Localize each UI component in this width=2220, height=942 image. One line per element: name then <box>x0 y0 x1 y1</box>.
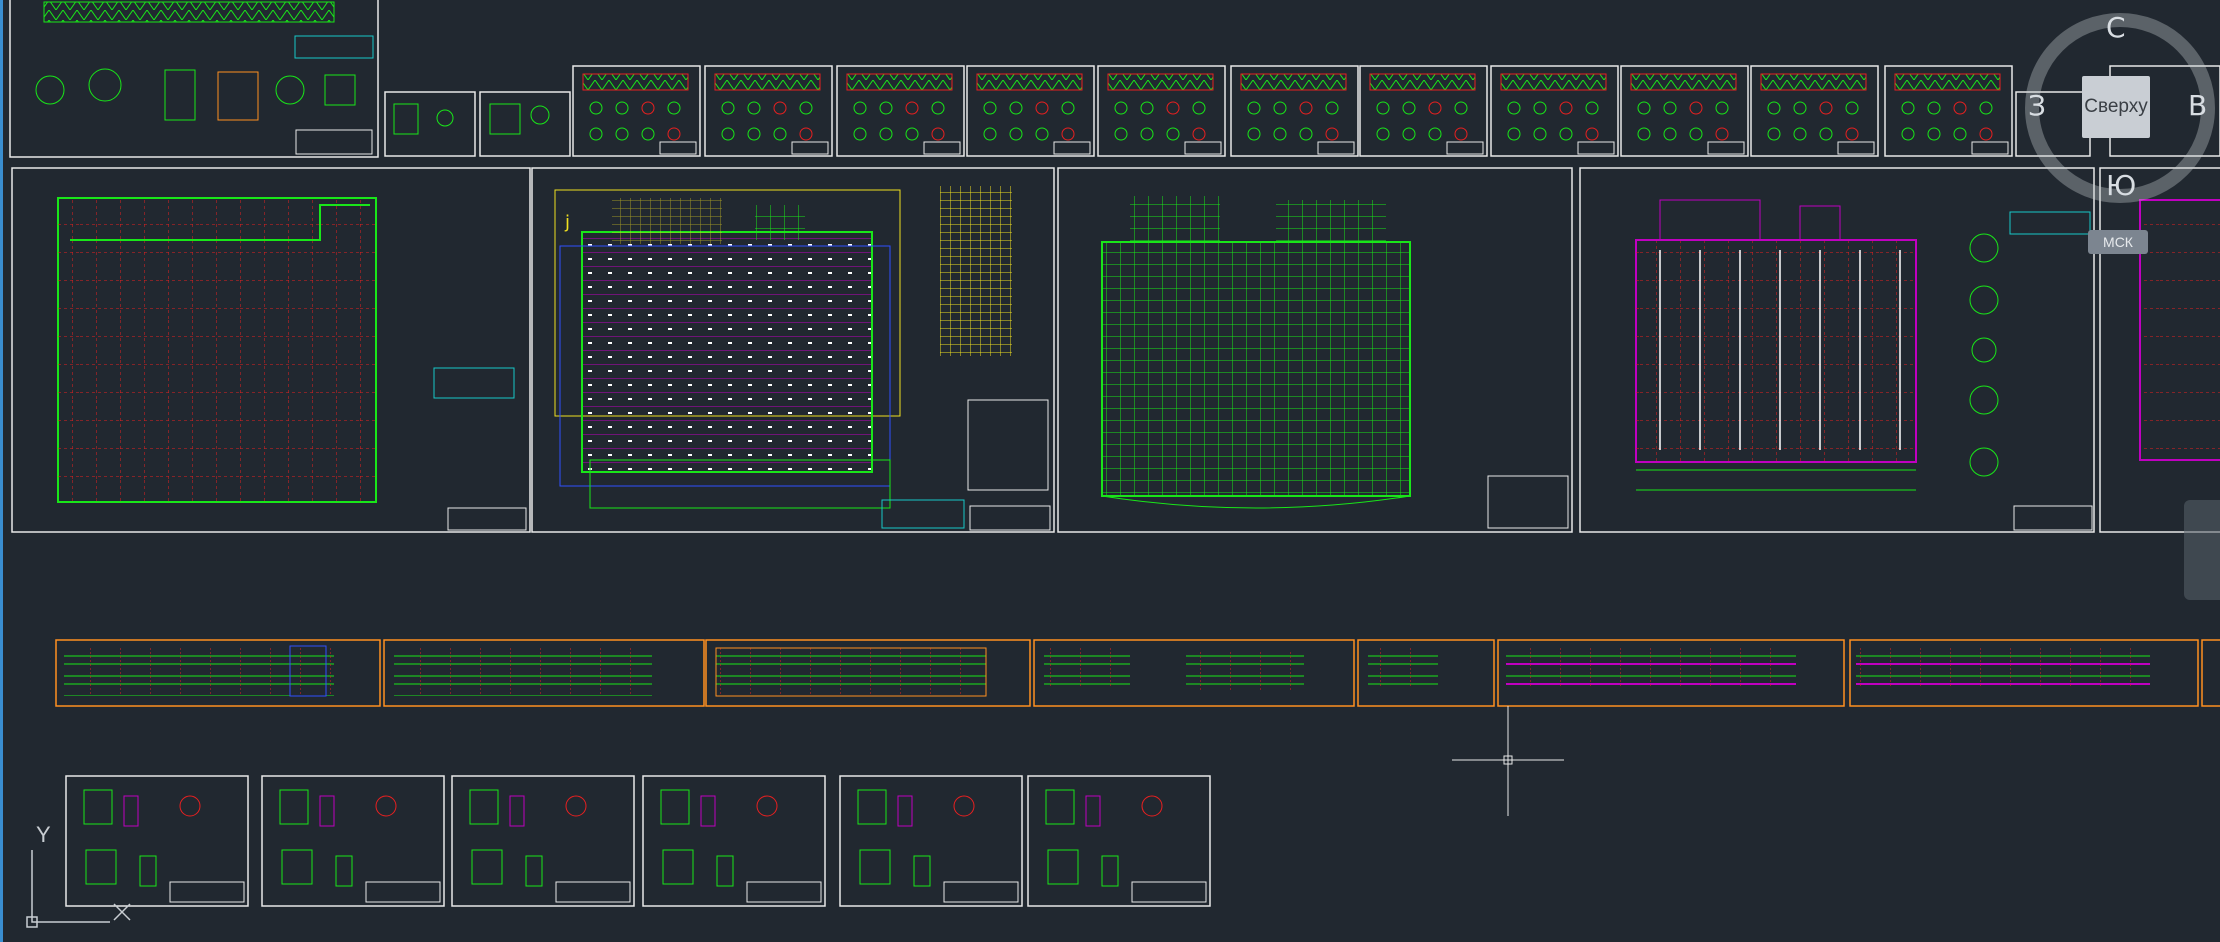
viewcube-west-label[interactable]: З <box>2028 92 2046 120</box>
ucs-y-label: Y <box>36 822 51 847</box>
svg-text:j: j <box>564 212 570 233</box>
viewcube-south-label[interactable]: Ю <box>2106 172 2136 200</box>
model-space-canvas[interactable]: j <box>0 0 2220 942</box>
ucs-icon <box>26 850 131 928</box>
sheet-row-nodes <box>65 775 1211 907</box>
sheet-row-elevations <box>55 639 2220 707</box>
crosshair-cursor <box>1452 706 1564 816</box>
wcs-dropdown[interactable]: МСК <box>2088 230 2148 254</box>
viewcube-top-face[interactable]: Сверху <box>2082 76 2150 138</box>
sheet-row-plans: j <box>11 167 2220 533</box>
navigation-bar[interactable] <box>2184 500 2220 600</box>
window-edge <box>0 0 3 942</box>
viewcube-north-label[interactable]: С <box>2106 14 2126 42</box>
sheet-row-top <box>9 0 2220 158</box>
viewcube-east-label[interactable]: В <box>2188 92 2207 120</box>
